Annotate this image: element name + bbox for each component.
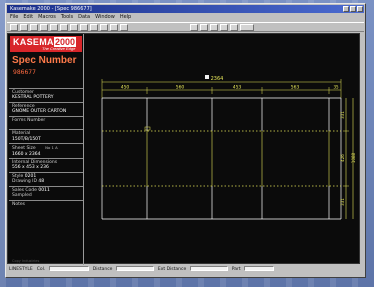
panel-width-3: 453: [233, 85, 242, 91]
dimension-tool-icon[interactable]: [210, 23, 218, 31]
distance-field[interactable]: [115, 266, 154, 271]
cut-icon[interactable]: [70, 23, 78, 31]
menu-window[interactable]: Window: [95, 14, 115, 21]
redo-icon[interactable]: [60, 23, 68, 31]
flap-height-top: 331: [340, 111, 345, 119]
title-bar: Kasemake 2000 - [Spec 986677]: [7, 5, 364, 13]
distance-label: Distance: [92, 267, 113, 272]
sales-code-label: Sales Code: [12, 187, 37, 193]
overall-height-label: 1088: [351, 152, 356, 163]
spec-info-panel: KASEMAKE 2000 The Creative Edge Spec Num…: [8, 34, 84, 265]
drawing-id-value: 48: [38, 179, 45, 185]
part-field[interactable]: [244, 266, 275, 271]
internal-dimensions-field[interactable]: Internal Dimensions 556 x 453 x 236: [9, 158, 83, 172]
ext-distance-label: Ext Distance: [157, 267, 187, 272]
customer-field[interactable]: Customer KESTRAL POTTERY: [9, 88, 83, 102]
no-ups-label: No 1 A: [45, 145, 58, 151]
new-file-icon[interactable]: [10, 23, 18, 31]
col-label: Col.: [36, 267, 46, 272]
panel-width-4: 563: [291, 85, 300, 91]
open-file-icon[interactable]: [20, 23, 28, 31]
paste-icon[interactable]: [90, 23, 98, 31]
panel-width-2: 560: [176, 85, 185, 91]
close-button[interactable]: [357, 6, 363, 12]
toolbar: [7, 22, 364, 32]
layout-icon[interactable]: [240, 23, 254, 31]
print-icon[interactable]: [40, 23, 48, 31]
sales-code-value: 0011: [38, 187, 50, 193]
spec-fields: Customer KESTRAL POTTERY Reference GNOME…: [9, 88, 83, 222]
ext-distance-field[interactable]: [189, 266, 228, 271]
menu-data[interactable]: Data: [78, 14, 90, 21]
panel-width-1: 450: [121, 85, 130, 91]
pencil-icon[interactable]: [190, 23, 198, 31]
material-field[interactable]: Material 150T/B/150T: [9, 129, 83, 143]
reference-value: GNOME OUTER CARTON: [12, 109, 67, 115]
part-label: Part: [231, 267, 241, 272]
grid-icon[interactable]: [120, 23, 128, 31]
menu-macros[interactable]: Macros: [38, 14, 56, 21]
sampled-label: Sampled: [12, 193, 32, 199]
reference-field[interactable]: Reference GNOME OUTER CARTON: [9, 101, 83, 116]
menu-help[interactable]: Help: [120, 14, 131, 21]
flap-height-bottom: 331: [340, 198, 345, 206]
copy-icon[interactable]: [80, 23, 88, 31]
zoom-out-icon[interactable]: [110, 23, 118, 31]
style-field[interactable]: Style 0201 Drawing ID 48: [9, 171, 83, 186]
window-title: Kasemake 2000 - [Spec 986677]: [10, 6, 92, 12]
design-workspace: KASEMAKE 2000 The Creative Edge Spec Num…: [7, 33, 360, 265]
sheet-size-label: Sheet Size: [12, 146, 36, 152]
minimize-button[interactable]: [343, 6, 349, 12]
rectangle-tool-icon[interactable]: [230, 23, 238, 31]
joint-marker: [144, 126, 151, 131]
sales-code-field[interactable]: Sales Code 0011 Sampled: [9, 185, 83, 200]
internal-dimensions-value: 556 x 453 x 236: [12, 165, 49, 171]
customer-value: KESTRAL POTTERY: [12, 95, 54, 101]
save-icon[interactable]: [30, 23, 38, 31]
linestyle-status[interactable]: LINESTYLE: [9, 267, 33, 272]
kasemake-logo: KASEMAKE 2000 The Creative Edge: [10, 36, 82, 52]
drawing-id-label: Drawing ID: [12, 179, 37, 185]
logo-tagline: The Creative Edge: [42, 46, 76, 51]
material-value: 150T/B/150T: [12, 136, 41, 142]
spec-title: Spec Number: [12, 55, 77, 66]
spec-number[interactable]: 986677: [13, 69, 36, 76]
sheet-size-value: 1660 x 2364: [12, 151, 41, 157]
arc-tool-icon[interactable]: [220, 23, 228, 31]
notes-field[interactable]: Notes: [9, 199, 83, 222]
body-height: 426: [340, 154, 345, 162]
window-controls: [343, 6, 363, 12]
maximize-button[interactable]: [350, 6, 356, 12]
menu-tools[interactable]: Tools: [61, 14, 73, 21]
undo-icon[interactable]: [50, 23, 58, 31]
menu-edit[interactable]: Edit: [23, 14, 33, 21]
menu-bar: File Edit Macros Tools Data Window Help: [7, 14, 364, 21]
panel-width-5: 35: [333, 85, 339, 90]
col-field[interactable]: [48, 266, 89, 271]
overall-width-label: 2364: [211, 76, 224, 82]
forms-number-field[interactable]: Forms Number: [9, 115, 83, 130]
zoom-in-icon[interactable]: [100, 23, 108, 31]
mouse-cursor: [205, 75, 209, 79]
notes-label: Notes: [12, 201, 25, 207]
box-design-drawing[interactable]: 2364 450 560 453 563 35 331 426 331 1088: [85, 34, 359, 265]
sheet-size-field[interactable]: Sheet Size No 1 A 1660 x 2364: [9, 143, 83, 158]
menu-file[interactable]: File: [10, 14, 18, 21]
line-tool-icon[interactable]: [200, 23, 208, 31]
copyright-text: Copy Industries: [12, 259, 40, 263]
status-bar: LINESTYLE Col. Distance Ext Distance Par…: [7, 265, 360, 273]
